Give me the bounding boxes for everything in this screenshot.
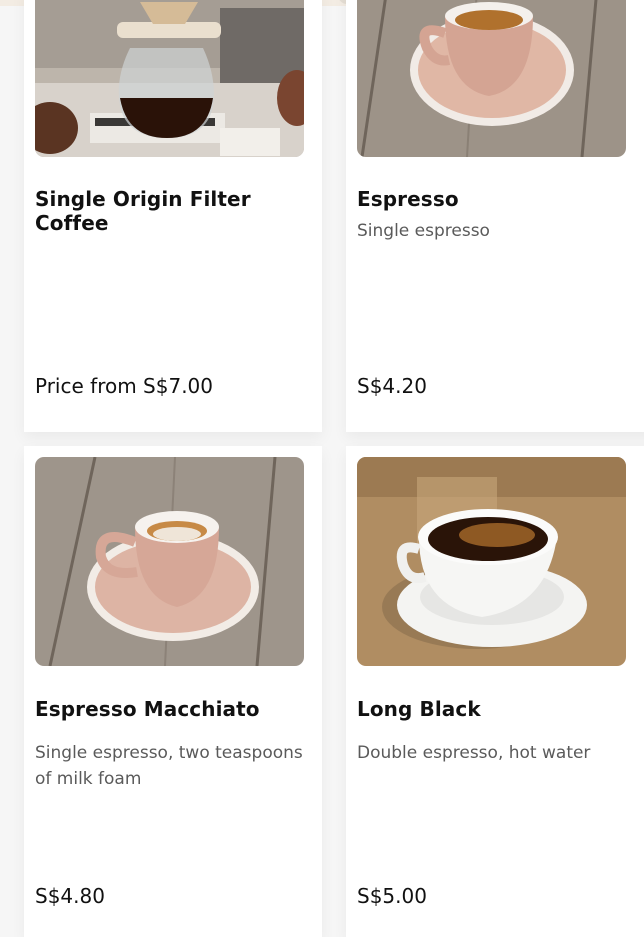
espresso-cup-image	[357, 0, 626, 157]
long-black-cup-image	[357, 457, 626, 666]
item-description: Single espresso	[357, 221, 490, 241]
item-name: Long Black	[357, 697, 481, 721]
menu-item-card[interactable]: Single Origin Filter Coffee Price from S…	[24, 0, 322, 432]
menu-screen: Single Origin Filter Coffee Price from S…	[0, 0, 644, 937]
menu-item-card[interactable]: Long Black Double espresso, hot water S$…	[346, 446, 644, 937]
item-description: Double espresso, hot water	[357, 743, 591, 763]
item-name: Espresso Macchiato	[35, 697, 260, 721]
menu-item-card[interactable]: Espresso Macchiato Single espresso, two …	[24, 446, 322, 937]
item-description: Single espresso, two teaspoons of milk f…	[35, 743, 303, 789]
macchiato-cup-image	[35, 457, 304, 666]
pour-over-coffee-image	[35, 0, 304, 157]
item-price: S$4.80	[35, 884, 105, 908]
item-name: Espresso	[357, 187, 459, 211]
item-price: S$5.00	[357, 884, 427, 908]
item-price: Price from S$7.00	[35, 374, 213, 398]
item-name: Single Origin Filter Coffee	[35, 187, 251, 235]
item-price: S$4.20	[357, 374, 427, 398]
menu-item-card[interactable]: Espresso Single espresso S$4.20	[346, 0, 644, 432]
